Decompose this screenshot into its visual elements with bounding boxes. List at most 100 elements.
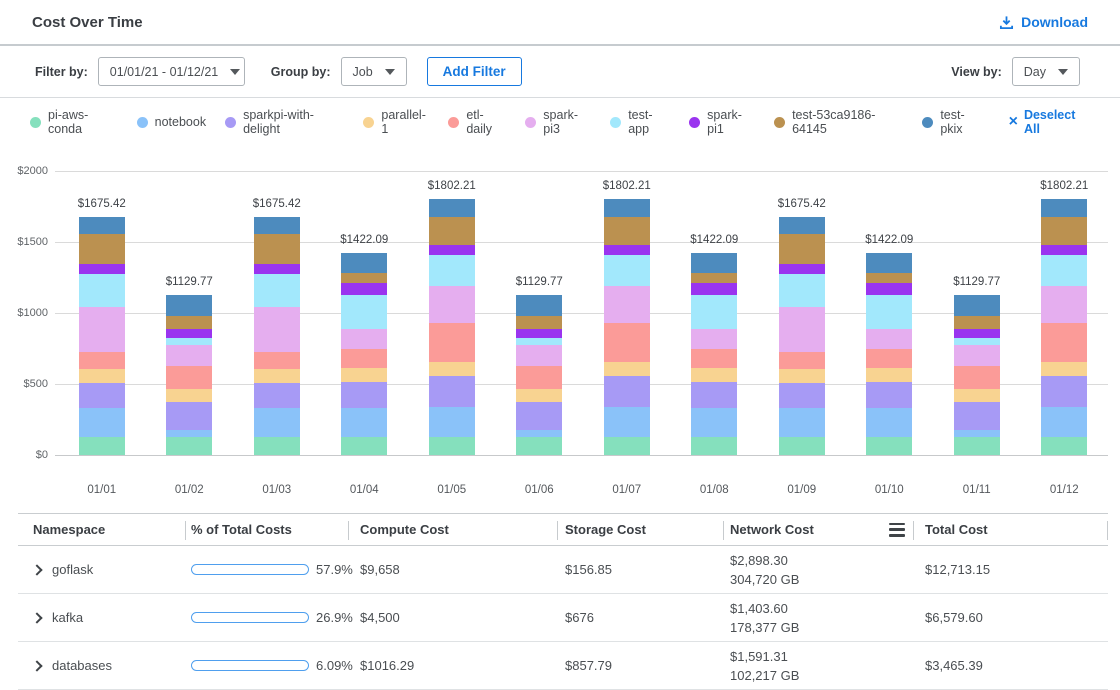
bar-segment-sparkpi-with-delight[interactable] xyxy=(866,382,912,408)
legend-item-spark-pi1[interactable]: spark-pi1 xyxy=(689,108,755,136)
bar-segment-spark-pi3[interactable] xyxy=(166,345,212,367)
deselect-all-button[interactable]: × Deselect All xyxy=(1009,108,1090,136)
bar-01/12[interactable] xyxy=(1041,199,1087,455)
bar-segment-pi-aws-conda[interactable] xyxy=(954,437,1000,455)
bar-segment-spark-pi1[interactable] xyxy=(516,329,562,338)
bar-segment-test-pkix[interactable] xyxy=(866,253,912,273)
bar-segment-test-53ca9186-64145[interactable] xyxy=(254,234,300,264)
bar-segment-spark-pi3[interactable] xyxy=(691,329,737,349)
bar-segment-test-53ca9186-64145[interactable] xyxy=(1041,217,1087,245)
row-expand-chevron-icon[interactable] xyxy=(31,564,42,575)
bar-segment-pi-aws-conda[interactable] xyxy=(866,437,912,455)
bar-segment-test-53ca9186-64145[interactable] xyxy=(429,217,475,245)
group-by-select[interactable]: Job xyxy=(341,57,407,86)
bar-segment-test-app[interactable] xyxy=(254,274,300,307)
legend-item-sparkpi-with-delight[interactable]: sparkpi-with-delight xyxy=(225,108,344,136)
bar-segment-spark-pi1[interactable] xyxy=(166,329,212,338)
bar-segment-spark-pi1[interactable] xyxy=(691,283,737,295)
bar-segment-etl-daily[interactable] xyxy=(166,366,212,388)
bar-segment-pi-aws-conda[interactable] xyxy=(779,437,825,455)
bar-segment-pi-aws-conda[interactable] xyxy=(166,437,212,455)
bar-segment-test-app[interactable] xyxy=(866,295,912,329)
legend-item-test-53ca9186-64145[interactable]: test-53ca9186-64145 xyxy=(774,108,903,136)
bar-segment-notebook[interactable] xyxy=(429,407,475,437)
bar-01/07[interactable] xyxy=(604,199,650,455)
bar-segment-test-53ca9186-64145[interactable] xyxy=(954,316,1000,329)
bar-segment-spark-pi1[interactable] xyxy=(866,283,912,295)
date-range-select[interactable]: 01/01/21 - 01/12/21 xyxy=(98,57,245,86)
bar-segment-notebook[interactable] xyxy=(254,408,300,437)
bar-segment-test-53ca9186-64145[interactable] xyxy=(166,316,212,329)
bar-segment-notebook[interactable] xyxy=(166,430,212,437)
bar-segment-pi-aws-conda[interactable] xyxy=(604,437,650,455)
bar-segment-test-app[interactable] xyxy=(166,338,212,345)
bar-segment-parallel-1[interactable] xyxy=(1041,362,1087,377)
bar-segment-notebook[interactable] xyxy=(341,408,387,437)
bar-segment-test-app[interactable] xyxy=(79,274,125,307)
bar-segment-parallel-1[interactable] xyxy=(341,368,387,382)
bar-segment-test-pkix[interactable] xyxy=(954,295,1000,316)
bar-segment-spark-pi3[interactable] xyxy=(516,345,562,367)
bar-segment-test-app[interactable] xyxy=(341,295,387,329)
bar-segment-test-pkix[interactable] xyxy=(79,217,125,233)
bar-segment-sparkpi-with-delight[interactable] xyxy=(691,382,737,408)
bar-segment-pi-aws-conda[interactable] xyxy=(1041,437,1087,455)
legend-item-test-pkix[interactable]: test-pkix xyxy=(922,108,983,136)
bar-segment-notebook[interactable] xyxy=(779,408,825,437)
bar-segment-pi-aws-conda[interactable] xyxy=(341,437,387,455)
bar-segment-pi-aws-conda[interactable] xyxy=(254,437,300,455)
bar-segment-sparkpi-with-delight[interactable] xyxy=(341,382,387,408)
row-expand-chevron-icon[interactable] xyxy=(31,660,42,671)
table-row-kafka[interactable]: kafka26.9%$4,500$676$1,403.60178,377 GB$… xyxy=(18,594,1108,642)
bar-segment-test-app[interactable] xyxy=(604,255,650,286)
bar-segment-etl-daily[interactable] xyxy=(341,349,387,368)
bar-segment-test-pkix[interactable] xyxy=(604,199,650,217)
bar-segment-test-app[interactable] xyxy=(954,338,1000,345)
bar-segment-sparkpi-with-delight[interactable] xyxy=(254,383,300,409)
bar-segment-pi-aws-conda[interactable] xyxy=(429,437,475,455)
bar-segment-parallel-1[interactable] xyxy=(779,369,825,383)
bar-01/05[interactable] xyxy=(429,199,475,455)
bar-segment-sparkpi-with-delight[interactable] xyxy=(604,376,650,407)
bar-segment-test-app[interactable] xyxy=(779,274,825,307)
bar-01/03[interactable] xyxy=(254,217,300,455)
legend-item-notebook[interactable]: notebook xyxy=(137,115,206,129)
bar-segment-etl-daily[interactable] xyxy=(79,352,125,369)
bar-segment-sparkpi-with-delight[interactable] xyxy=(954,402,1000,431)
bar-segment-notebook[interactable] xyxy=(516,430,562,437)
bar-segment-parallel-1[interactable] xyxy=(166,389,212,402)
legend-item-etl-daily[interactable]: etl-daily xyxy=(448,108,506,136)
bar-segment-spark-pi3[interactable] xyxy=(254,307,300,352)
legend-item-pi-aws-conda[interactable]: pi-aws-conda xyxy=(30,108,118,136)
bar-segment-spark-pi1[interactable] xyxy=(779,264,825,274)
view-by-select[interactable]: Day xyxy=(1012,57,1080,86)
legend-item-parallel-1[interactable]: parallel-1 xyxy=(363,108,429,136)
bar-segment-test-53ca9186-64145[interactable] xyxy=(341,273,387,284)
bar-segment-test-53ca9186-64145[interactable] xyxy=(79,234,125,264)
bar-01/01[interactable] xyxy=(79,217,125,455)
bar-segment-etl-daily[interactable] xyxy=(604,323,650,362)
bar-segment-spark-pi1[interactable] xyxy=(954,329,1000,338)
table-row-databases[interactable]: databases6.09%$1016.29$857.79$1,591.3110… xyxy=(18,642,1108,690)
bar-segment-test-app[interactable] xyxy=(691,295,737,329)
bar-segment-parallel-1[interactable] xyxy=(691,368,737,382)
bar-segment-spark-pi3[interactable] xyxy=(1041,286,1087,324)
bar-segment-test-pkix[interactable] xyxy=(254,217,300,233)
bar-segment-parallel-1[interactable] xyxy=(254,369,300,383)
bar-segment-test-pkix[interactable] xyxy=(779,217,825,233)
bar-segment-test-pkix[interactable] xyxy=(429,199,475,217)
bar-segment-test-pkix[interactable] xyxy=(1041,199,1087,217)
bar-segment-spark-pi3[interactable] xyxy=(779,307,825,352)
bar-01/06[interactable] xyxy=(516,295,562,455)
bar-01/10[interactable] xyxy=(866,253,912,455)
bar-segment-notebook[interactable] xyxy=(866,408,912,437)
bar-segment-sparkpi-with-delight[interactable] xyxy=(779,383,825,409)
bar-segment-spark-pi3[interactable] xyxy=(954,345,1000,367)
bar-segment-sparkpi-with-delight[interactable] xyxy=(1041,376,1087,407)
bar-segment-parallel-1[interactable] xyxy=(604,362,650,377)
bar-segment-spark-pi3[interactable] xyxy=(341,329,387,349)
bar-segment-pi-aws-conda[interactable] xyxy=(516,437,562,455)
row-expand-chevron-icon[interactable] xyxy=(31,612,42,623)
bar-segment-spark-pi3[interactable] xyxy=(429,286,475,324)
bar-segment-test-53ca9186-64145[interactable] xyxy=(604,217,650,245)
